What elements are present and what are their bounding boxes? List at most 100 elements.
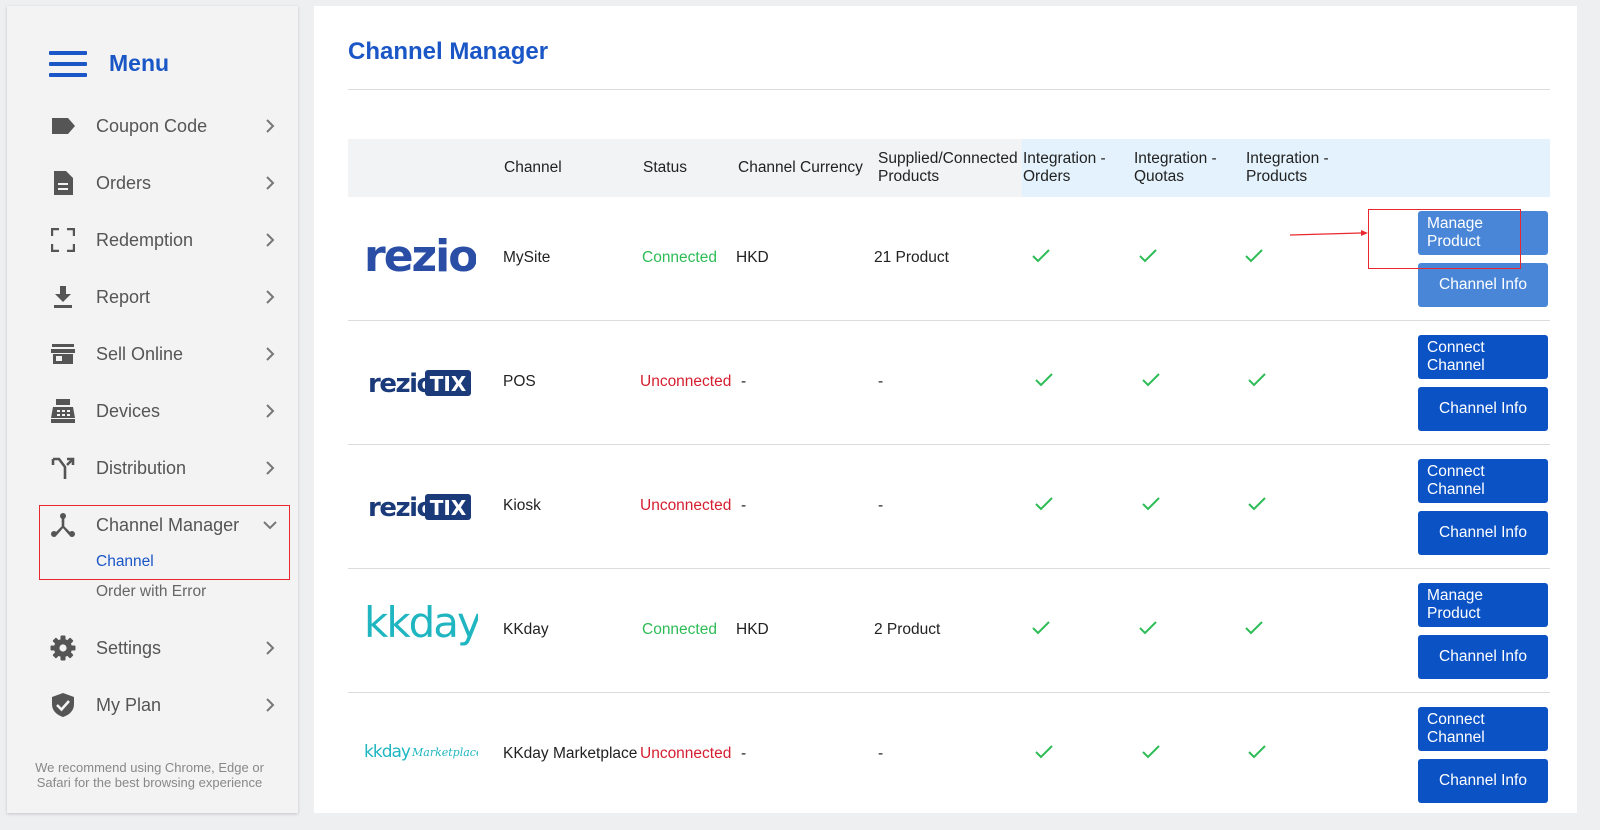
chevron-right-icon [263,641,277,655]
cell-channel: KKday Marketplace [503,745,638,762]
sidebar-item-label: Sell Online [96,343,184,364]
sidebar-item-settings[interactable]: Settings [7,628,298,668]
check-icon [1139,249,1157,263]
chevron-right-icon [263,176,277,190]
check-icon [1032,249,1050,263]
header-channel-currency: Channel Currency [738,159,863,176]
rezio-tix-logo-text: rezio [368,369,434,398]
sidebar-item-report[interactable]: Report [7,277,298,317]
download-icon [50,284,76,310]
button-label-line1: Connect [1427,339,1485,356]
manage-product-button[interactable]: Manage Product [1418,583,1548,627]
sidebar-item-label: Settings [96,637,162,658]
sidebar-item-label: Orders [96,172,152,193]
sidebar-item-distribution[interactable]: Distribution [7,448,298,488]
sidebar-item-label: My Plan [96,694,162,715]
cell-products: - [878,373,884,390]
channel-info-button[interactable]: Channel Info [1418,387,1548,431]
check-icon [1142,745,1160,759]
sidebar-item-redemption[interactable]: Redemption [7,220,298,260]
shield-check-icon [50,692,76,718]
status-badge: Unconnected [640,497,732,514]
check-icon [1035,373,1053,387]
header-integration-orders: Integration - Orders [1023,150,1106,186]
button-label-line2: Channel [1427,729,1485,746]
sidebar-item-orders[interactable]: Orders [7,163,298,203]
rezio-tix-logo-badge: TIX [430,496,467,520]
kkday-marketplace-logo-sub: Marketplace [411,746,478,759]
button-label-line1: Manage [1427,587,1484,604]
highlight-box-manage-product [1368,209,1521,269]
sidebar-item-devices[interactable]: Devices [7,391,298,431]
button-label-line1: Connect [1427,711,1485,728]
gear-icon [50,635,76,661]
check-icon [1248,497,1266,511]
button-label-line1: Connect [1427,463,1485,480]
sidebar-item-sell-online[interactable]: Sell Online [7,334,298,374]
chevron-right-icon [263,347,277,361]
store-icon [50,341,76,367]
hamburger-menu-icon[interactable] [49,50,87,77]
sidebar-subitem-order-with-error[interactable]: Order with Error [96,583,206,601]
channel-info-button[interactable]: Channel Info [1418,263,1548,307]
check-icon [1248,745,1266,759]
rezio-tix-logo-text: rezio [368,493,434,522]
sidebar-item-my-plan[interactable]: My Plan [7,685,298,725]
connect-channel-button[interactable]: Connect Channel [1418,335,1548,379]
rezio-tix-logo: rezio TIX [368,492,472,527]
chevron-right-icon [263,290,277,304]
tag-icon [50,113,76,139]
table-row: rezio TIX POS Unconnected - - Connect Cha… [348,321,1550,445]
table-row: kkday KKday Connected HKD 2 Product Mana… [348,569,1550,693]
chevron-right-icon [263,233,277,247]
check-icon [1248,373,1266,387]
header-integration-products: Integration - Products [1246,150,1329,186]
kkday-marketplace-logo: kkday Marketplace [364,741,483,770]
cell-channel: Kiosk [503,497,541,514]
channel-info-button[interactable]: Channel Info [1418,511,1548,555]
pos-device-icon [50,398,76,424]
cell-channel: KKday [503,621,549,638]
kkday-marketplace-logo-text: kkday [364,742,411,762]
button-label-line2: Channel [1427,481,1485,498]
header-status: Status [643,159,687,176]
menu-title: Menu [109,50,170,76]
channel-info-button[interactable]: Channel Info [1418,759,1548,803]
check-icon [1139,621,1157,635]
header-products: Supplied/Connected Products [878,150,1018,186]
rezio-logo: rezio [364,231,479,284]
check-icon [1035,745,1053,759]
scan-icon [50,227,76,253]
header-integration-products-line1: Integration - [1246,150,1329,167]
sidebar: Menu Coupon Code Orders Redemption Repor… [7,6,298,813]
table-row: rezio TIX Kiosk Unconnected - - Connect C… [348,445,1550,569]
cell-products: 2 Product [874,621,941,638]
kkday-logo: kkday [364,598,483,658]
sidebar-item-label: Distribution [96,457,187,478]
connect-channel-button[interactable]: Connect Channel [1418,459,1548,503]
channel-info-button[interactable]: Channel Info [1418,635,1548,679]
status-badge: Unconnected [640,745,732,762]
sidebar-item-label: Redemption [96,229,194,250]
header-integration-quotas-line1: Integration - [1134,150,1217,167]
check-icon [1142,373,1160,387]
header-channel: Channel [504,159,562,176]
check-icon [1142,497,1160,511]
annotation-arrow [1289,230,1368,236]
sidebar-item-label: Coupon Code [96,115,208,136]
sidebar-item-label: Devices [96,400,161,421]
cell-channel: POS [503,373,536,390]
rezio-logo-text: rezio [364,231,476,279]
sidebar-item-coupon-code[interactable]: Coupon Code [7,106,298,146]
page-title: Channel Manager [348,38,549,65]
button-label-line2: Product [1427,605,1481,622]
connect-channel-button[interactable]: Connect Channel [1418,707,1548,751]
chevron-right-icon [263,461,277,475]
browser-recommendation-note: We recommend using Chrome, Edge or Safar… [35,760,264,790]
check-icon [1245,249,1263,263]
header-products-line1: Supplied/Connected [878,150,1018,167]
header-integration-products-line2: Products [1246,168,1308,185]
menu-header: Menu [49,50,169,77]
chevron-right-icon [263,119,277,133]
button-label-line2: Channel [1427,357,1485,374]
